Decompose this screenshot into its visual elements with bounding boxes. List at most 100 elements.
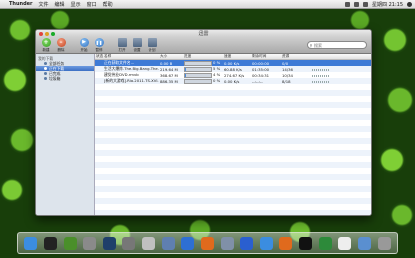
check-icon — [44, 72, 47, 75]
download-arrow-icon — [98, 60, 100, 66]
column-header-status[interactable]: 状态 — [95, 54, 103, 59]
column-header-progress[interactable]: 进度 — [183, 54, 223, 59]
menu-item-file[interactable]: 文件 — [39, 1, 49, 8]
firefox-icon[interactable] — [279, 236, 293, 250]
open-folder-button[interactable]: 打开 — [115, 37, 129, 53]
launchpad-icon[interactable] — [142, 236, 156, 250]
search-input[interactable] — [314, 42, 362, 48]
system-preferences-icon[interactable] — [122, 236, 136, 250]
sources-graph — [312, 68, 330, 71]
firefox-icon[interactable] — [200, 236, 214, 250]
trash-icon[interactable] — [377, 236, 391, 250]
menu-item-view[interactable]: 显示 — [71, 1, 81, 8]
battery-icon[interactable] — [363, 1, 368, 7]
table-rows: 正在获取文件名... 0.00 B 0 % 0.00 K/s 00:00:00 … — [95, 60, 371, 215]
progress-percent: 0 % — [213, 78, 221, 84]
task-speed: 60.88 K/s — [224, 66, 242, 72]
progress-bar — [184, 61, 212, 66]
mail-icon[interactable] — [161, 236, 175, 250]
pause-task-button[interactable]: ❚❚ 暂停 — [92, 37, 106, 53]
schedule-button[interactable]: 计划 — [145, 37, 159, 53]
delete-task-button[interactable]: – 删除 — [54, 37, 68, 53]
sidebar: 我的下载 全部任务 正在下载 已完成 垃圾箱 — [36, 54, 95, 215]
new-task-label: 新建 — [42, 47, 50, 52]
progress-bar — [184, 73, 212, 78]
wifi-icon[interactable] — [345, 1, 350, 7]
thunder-window: 迅雷 + 新建 – 删除 ▶ 开始 ❚❚ 暂停 打开 设置 计划 ⚲ 搜索 我的… — [35, 29, 372, 216]
sidebar-item-trash[interactable]: 垃圾箱 — [36, 76, 94, 81]
window-titlebar[interactable]: 迅雷 — [36, 30, 371, 37]
volume-icon[interactable] — [354, 1, 359, 7]
safari-icon[interactable] — [181, 236, 195, 250]
column-header-name[interactable]: 名称 — [103, 54, 159, 59]
open-folder-label: 打开 — [118, 47, 126, 52]
start-task-label: 开始 — [80, 47, 88, 52]
task-size: 368.67 M — [160, 72, 178, 78]
task-sources: 8/18 — [282, 78, 291, 84]
play-icon: ▶ — [79, 37, 89, 47]
progress-fill — [185, 68, 187, 71]
table-row[interactable]: [新的大游戏].Rio.2011.TS.XVI... 886.35 M 0 % … — [95, 78, 371, 84]
download-arrow-icon — [98, 66, 100, 72]
progress-bar — [184, 67, 212, 72]
tools-icon[interactable] — [83, 236, 97, 250]
window-body: 我的下载 全部任务 正在下载 已完成 垃圾箱 状态 名称 大小 进度 速度 剩余… — [36, 54, 371, 215]
progress-fill — [185, 74, 187, 77]
column-header-time-left[interactable]: 剩余时间 — [251, 54, 281, 59]
settings-button[interactable]: 设置 — [130, 37, 144, 53]
chrome-icon[interactable] — [259, 236, 273, 250]
column-header-size[interactable]: 大小 — [159, 54, 183, 59]
task-time-left: 01:35:00 — [252, 66, 270, 72]
task-size: 886.35 M — [160, 78, 178, 84]
schedule-label: 计划 — [148, 47, 156, 52]
spotlight-icon[interactable] — [407, 1, 412, 7]
progress-percent: 4 % — [213, 72, 221, 78]
qq-icon[interactable] — [43, 236, 57, 250]
menu-app-name[interactable]: Thunder — [9, 1, 33, 7]
preview-icon[interactable] — [357, 236, 371, 250]
download-arrow-icon — [98, 72, 100, 78]
menu-item-help[interactable]: 帮助 — [103, 1, 113, 8]
menu-bar: Thunder 文件 编辑 显示 窗口 帮助 星期四 21:15 — [0, 0, 415, 9]
document-icon[interactable] — [338, 236, 352, 250]
download-arrow-icon — [98, 78, 100, 84]
task-progress: 0 % — [183, 78, 223, 84]
plus-icon: + — [41, 37, 51, 47]
dock — [17, 232, 398, 254]
progress-bar — [184, 79, 212, 84]
task-time-left: 00:00:00 — [252, 60, 270, 66]
search-box[interactable]: ⚲ — [307, 41, 367, 49]
thunder-icon[interactable] — [240, 236, 254, 250]
dashboard-icon[interactable] — [102, 236, 116, 250]
sources-graph — [312, 74, 330, 77]
menu-item-window[interactable]: 窗口 — [87, 1, 97, 8]
trash-icon — [44, 77, 47, 80]
task-size: 219.64 M — [160, 66, 178, 72]
chrome-icon[interactable] — [63, 236, 77, 250]
folder-icon — [117, 37, 127, 47]
task-progress: 4 % — [183, 72, 223, 78]
drive-icon[interactable] — [220, 236, 234, 250]
activity-monitor-icon[interactable] — [318, 236, 332, 250]
column-header-sources[interactable]: 资源 — [281, 54, 311, 59]
menu-item-edit[interactable]: 编辑 — [55, 1, 65, 8]
task-size: 0.00 B — [160, 60, 173, 66]
new-task-button[interactable]: + 新建 — [39, 37, 53, 53]
task-list: 状态 名称 大小 进度 速度 剩余时间 资源 正在获取文件名... 0.00 B… — [95, 54, 371, 215]
column-header-speed[interactable]: 速度 — [223, 54, 251, 59]
finder-icon[interactable] — [24, 236, 38, 250]
progress-percent: 5 % — [213, 66, 221, 72]
window-title: 迅雷 — [198, 31, 209, 37]
task-speed: 274.67 K/s — [224, 72, 245, 78]
task-sources: 10/34 — [282, 72, 293, 78]
terminal-icon[interactable] — [299, 236, 313, 250]
sidebar-item-label: 垃圾箱 — [49, 76, 61, 81]
delete-task-label: 删除 — [57, 47, 65, 52]
list-icon — [44, 62, 47, 65]
menu-clock[interactable]: 星期四 21:15 — [372, 1, 403, 8]
start-task-button[interactable]: ▶ 开始 — [77, 37, 91, 53]
settings-label: 设置 — [133, 47, 141, 52]
sources-graph — [312, 80, 330, 83]
task-sources: 14/36 — [282, 66, 293, 72]
schedule-icon — [147, 37, 157, 47]
